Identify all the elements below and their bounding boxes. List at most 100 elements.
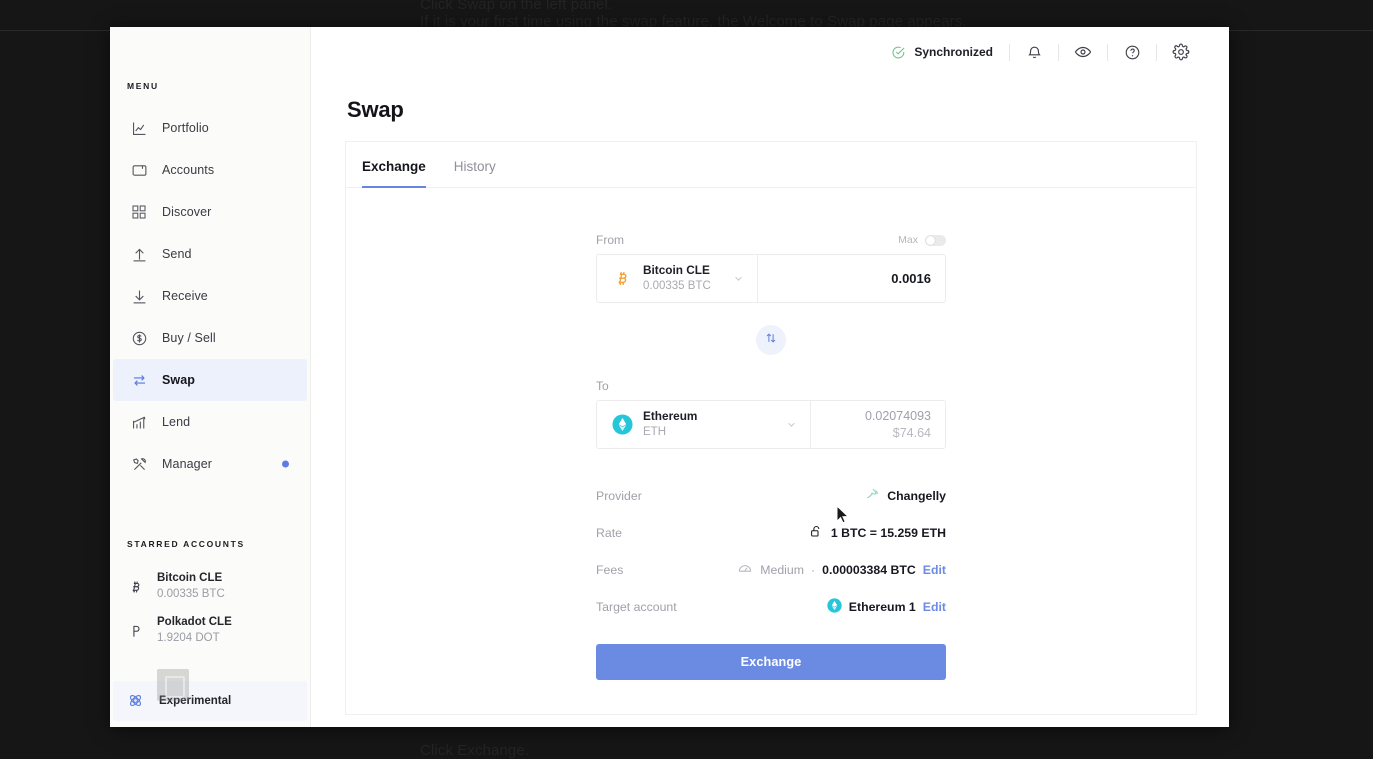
to-selector: Ethereum ETH 0.02074093 $74.64 bbox=[596, 400, 946, 449]
sidebar-item-swap[interactable]: Swap bbox=[113, 359, 307, 401]
detail-row-rate: Rate 1 BTC = 15.259 ETH bbox=[596, 514, 946, 551]
topbar: Synchronized bbox=[311, 27, 1229, 77]
account-balance: 1.9204 DOT bbox=[157, 631, 310, 647]
arrow-down-icon bbox=[130, 287, 148, 305]
from-currency-name: Bitcoin CLE bbox=[643, 263, 722, 278]
bell-icon[interactable] bbox=[1010, 32, 1058, 72]
swap-card: Exchange History From Max bbox=[345, 141, 1197, 715]
from-currency-balance: 0.00335 BTC bbox=[643, 279, 722, 294]
max-toggle-group[interactable]: Max bbox=[898, 234, 946, 246]
fee-edit-link[interactable]: Edit bbox=[923, 563, 946, 577]
wallet-icon bbox=[130, 161, 148, 179]
swap-arrows-icon bbox=[130, 371, 148, 389]
check-circle-icon bbox=[891, 45, 906, 60]
detail-label: Fees bbox=[596, 563, 623, 577]
fee-speed: Medium bbox=[760, 563, 804, 577]
dollar-circle-icon bbox=[130, 329, 148, 347]
polkadot-icon bbox=[127, 622, 145, 640]
sidebar-item-portfolio[interactable]: Portfolio bbox=[113, 107, 307, 149]
target-account-edit-link[interactable]: Edit bbox=[923, 600, 946, 614]
detail-value-group: Medium · 0.00003384 BTC Edit bbox=[737, 560, 946, 579]
to-currency-dropdown[interactable]: Ethereum ETH bbox=[597, 401, 811, 448]
sidebar-item-label: Receive bbox=[162, 289, 208, 303]
chart-line-icon bbox=[130, 119, 148, 137]
page-title: Swap bbox=[347, 97, 1197, 123]
sidebar-item-discover[interactable]: Discover bbox=[113, 191, 307, 233]
provider-name: Changelly bbox=[887, 489, 946, 503]
sidebar-item-label: Send bbox=[162, 247, 192, 261]
from-amount-input[interactable] bbox=[772, 271, 931, 286]
starred-account-polkadot[interactable]: Polkadot CLE 1.9204 DOT bbox=[110, 609, 310, 653]
account-balance: 0.00335 BTC bbox=[157, 587, 310, 603]
ethereum-icon bbox=[611, 414, 633, 436]
sidebar-item-experimental[interactable]: Experimental bbox=[113, 681, 307, 721]
sidebar-item-label: Experimental bbox=[159, 695, 231, 707]
help-circle-icon[interactable] bbox=[1108, 32, 1156, 72]
sidebar-item-lend[interactable]: Lend bbox=[113, 401, 307, 443]
sidebar-item-label: Swap bbox=[162, 373, 195, 387]
bitcoin-icon bbox=[127, 578, 145, 596]
to-amount-value: 0.02074093 bbox=[865, 408, 931, 425]
growth-chart-icon bbox=[130, 413, 148, 431]
manager-notification-dot bbox=[282, 461, 289, 468]
detail-label: Provider bbox=[596, 489, 642, 503]
to-amount-cell[interactable]: 0.02074093 $74.64 bbox=[811, 401, 945, 448]
sidebar-item-label: Lend bbox=[162, 415, 190, 429]
account-name: Bitcoin CLE bbox=[157, 571, 310, 587]
from-selector: Bitcoin CLE 0.00335 BTC bbox=[596, 254, 946, 303]
tab-exchange[interactable]: Exchange bbox=[362, 142, 426, 187]
bg-instruction-line-1: Click Swap on the left panel. bbox=[420, 0, 612, 13]
from-label: From bbox=[596, 233, 624, 247]
sidebar: MENU Portfolio Accounts Discover Send bbox=[110, 27, 311, 727]
bg-instruction-line-3: Click Exchange. bbox=[420, 742, 529, 759]
sidebar-item-label: Buy / Sell bbox=[162, 331, 216, 345]
fee-separator: · bbox=[811, 563, 815, 577]
starred-accounts-section: STARRED ACCOUNTS Bitcoin CLE 0.00335 BTC… bbox=[110, 539, 310, 653]
detail-value-group[interactable]: 1 BTC = 15.259 ETH bbox=[809, 524, 946, 542]
gauge-icon bbox=[737, 560, 753, 579]
sidebar-item-label: Discover bbox=[162, 205, 211, 219]
atom-icon bbox=[127, 692, 145, 710]
fee-value: 0.00003384 BTC bbox=[822, 563, 916, 577]
from-amount-cell bbox=[758, 255, 945, 302]
starred-account-bitcoin[interactable]: Bitcoin CLE 0.00335 BTC bbox=[110, 565, 310, 609]
detail-value-group[interactable]: Changelly bbox=[865, 487, 946, 504]
up-down-arrows-icon bbox=[764, 331, 778, 350]
main-area: Synchronized Swap Exchange bbox=[311, 27, 1229, 727]
sidebar-item-label: Manager bbox=[162, 457, 212, 471]
bitcoin-icon bbox=[611, 268, 633, 290]
exchange-button[interactable]: Exchange bbox=[596, 644, 946, 680]
to-label: To bbox=[596, 379, 946, 393]
detail-value-group: Ethereum 1 Edit bbox=[827, 598, 946, 616]
tab-history[interactable]: History bbox=[454, 142, 496, 187]
detail-row-target-account: Target account Ethereum 1 Edit bbox=[596, 588, 946, 625]
chevron-down-icon bbox=[732, 272, 745, 285]
content-area: Swap Exchange History From Max bbox=[311, 77, 1229, 727]
sidebar-item-manager[interactable]: Manager bbox=[113, 443, 307, 485]
sidebar-item-label: Accounts bbox=[162, 163, 214, 177]
from-field-header: From Max bbox=[596, 233, 946, 247]
sidebar-item-accounts[interactable]: Accounts bbox=[113, 149, 307, 191]
sidebar-item-buy-sell[interactable]: Buy / Sell bbox=[113, 317, 307, 359]
sidebar-item-send[interactable]: Send bbox=[113, 233, 307, 275]
from-currency-dropdown[interactable]: Bitcoin CLE 0.00335 BTC bbox=[597, 255, 758, 302]
sidebar-item-receive[interactable]: Receive bbox=[113, 275, 307, 317]
switch-direction-button[interactable] bbox=[756, 325, 786, 355]
rate-value: 1 BTC = 15.259 ETH bbox=[831, 526, 946, 540]
arrow-up-icon bbox=[130, 245, 148, 263]
max-label: Max bbox=[898, 234, 918, 246]
detail-label: Rate bbox=[596, 526, 622, 540]
max-toggle[interactable] bbox=[925, 235, 946, 246]
to-amount-fiat: $74.64 bbox=[893, 425, 931, 442]
changelly-logo-icon bbox=[865, 487, 880, 504]
sync-status[interactable]: Synchronized bbox=[891, 45, 1009, 60]
starred-accounts-label: STARRED ACCOUNTS bbox=[110, 539, 310, 549]
unlock-icon[interactable] bbox=[809, 524, 824, 542]
to-currency-ticker: ETH bbox=[643, 425, 775, 440]
detail-row-fees: Fees Medium · 0.00003384 BTC Edit bbox=[596, 551, 946, 588]
sidebar-menu-label: MENU bbox=[110, 81, 310, 91]
gear-icon[interactable] bbox=[1157, 32, 1205, 72]
eye-icon[interactable] bbox=[1059, 32, 1107, 72]
tab-bar: Exchange History bbox=[346, 142, 1196, 188]
grid-icon bbox=[130, 203, 148, 221]
